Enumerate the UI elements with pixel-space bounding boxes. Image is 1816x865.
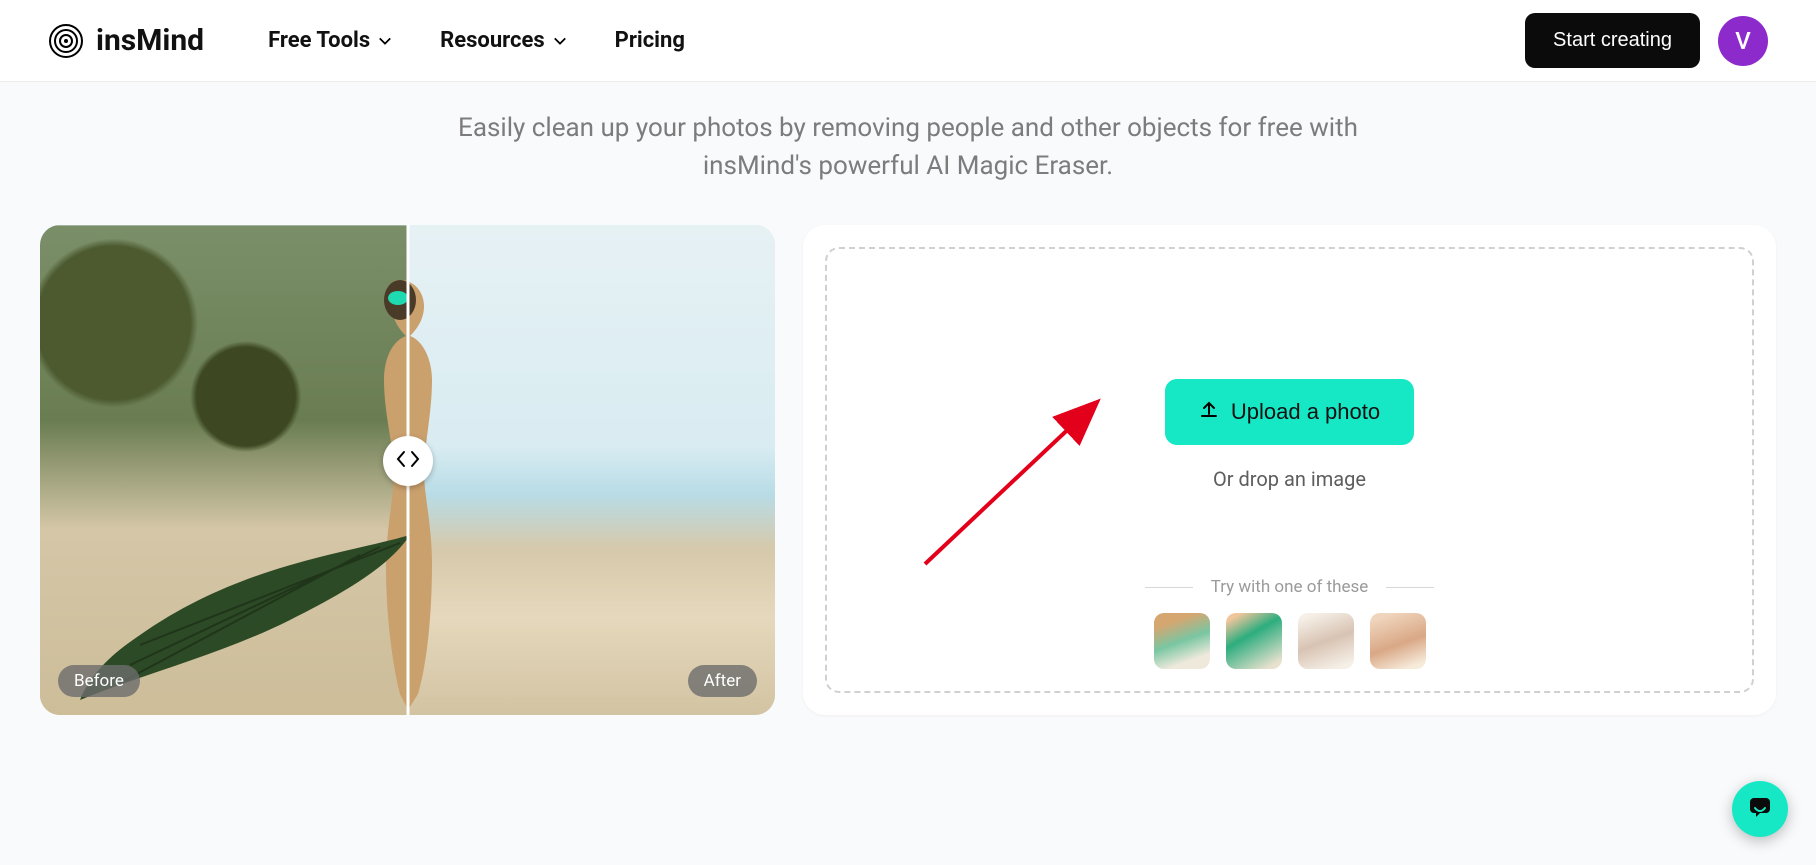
before-badge: Before: [58, 665, 140, 697]
chevron-down-icon: [553, 34, 567, 48]
compare-slider-handle[interactable]: [383, 436, 433, 486]
sample-image-4[interactable]: [1370, 613, 1426, 669]
brand-name: insMind: [96, 23, 204, 58]
sample-image-2[interactable]: [1226, 613, 1282, 669]
nav-free-tools[interactable]: Free Tools: [268, 28, 392, 53]
nav-resources[interactable]: Resources: [440, 28, 567, 53]
upload-icon: [1199, 399, 1219, 425]
nav-resources-label: Resources: [440, 28, 545, 53]
help-fab[interactable]: [1732, 781, 1788, 837]
annotation-arrow-icon: [905, 384, 1125, 574]
chat-icon: [1747, 794, 1773, 824]
user-avatar[interactable]: V: [1718, 16, 1768, 66]
hero-section: Easily clean up your photos by removing …: [0, 82, 1816, 865]
hero-tagline: Easily clean up your photos by removing …: [458, 110, 1358, 185]
brand-logo[interactable]: insMind: [48, 23, 204, 59]
sample-image-3[interactable]: [1298, 613, 1354, 669]
divider: [1386, 587, 1434, 588]
before-after-panel: Before After: [40, 225, 775, 715]
sample-section: Try with one of these: [827, 577, 1752, 669]
chevron-down-icon: [378, 34, 392, 48]
upload-dropzone[interactable]: Upload a photo Or drop an image: [825, 247, 1754, 693]
nav-pricing-label: Pricing: [615, 28, 685, 53]
divider: [1145, 587, 1193, 588]
drop-hint: Or drop an image: [1213, 467, 1366, 491]
main-nav: Free Tools Resources Pricing: [268, 28, 685, 53]
top-bar: insMind Free Tools Resources Pricing Sta…: [0, 0, 1816, 82]
start-creating-button[interactable]: Start creating: [1525, 13, 1700, 68]
brand-logo-icon: [48, 23, 84, 59]
nav-pricing[interactable]: Pricing: [615, 28, 685, 53]
upload-button-label: Upload a photo: [1231, 399, 1380, 425]
upload-card: Upload a photo Or drop an image: [803, 225, 1776, 715]
nav-free-tools-label: Free Tools: [268, 28, 370, 53]
sample-label: Try with one of these: [1211, 577, 1369, 597]
slider-arrows-icon: [396, 450, 420, 472]
upload-button[interactable]: Upload a photo: [1165, 379, 1414, 445]
after-badge: After: [688, 665, 757, 697]
sample-image-1[interactable]: [1154, 613, 1210, 669]
